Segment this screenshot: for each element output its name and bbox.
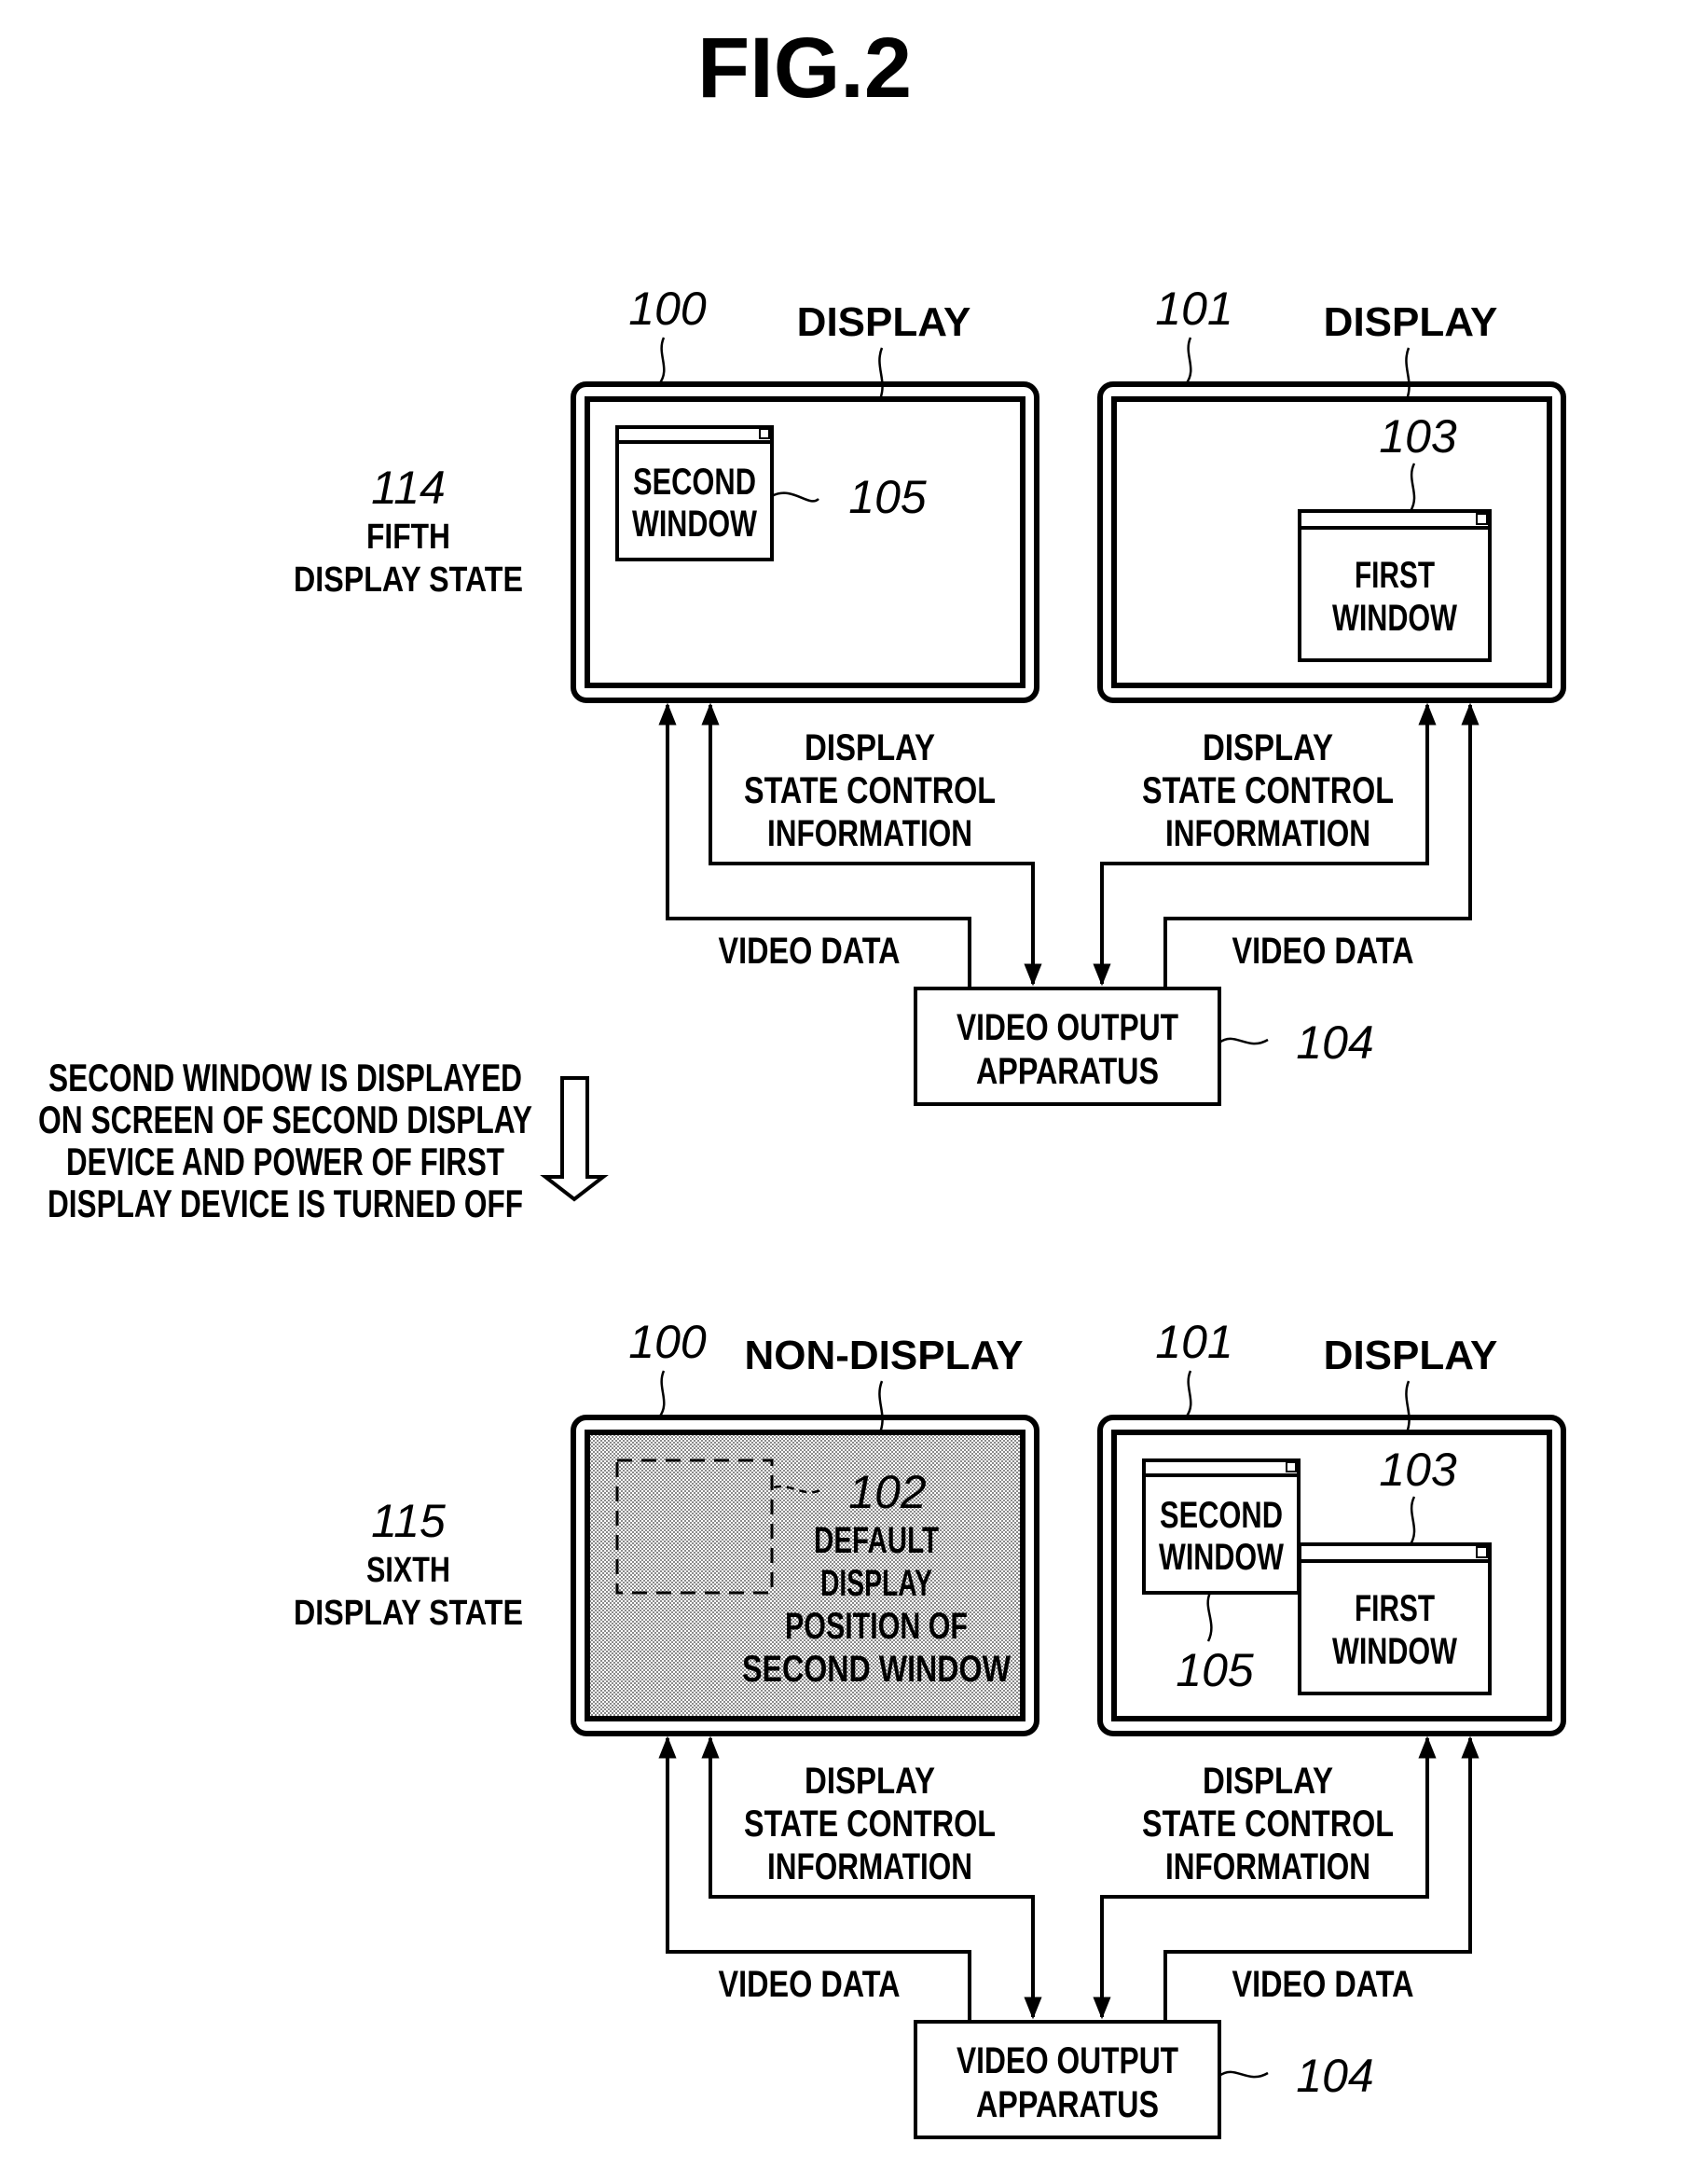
display-device-101: 101 DISPLAY 103 FIRST WINDOW xyxy=(1097,283,1566,703)
figure-canvas: FIG.2 114 FIFTH DISPLAY STATE 100 DISPLA… xyxy=(38,21,1566,2139)
transition-line: SECOND WINDOW IS DISPLAYED xyxy=(48,1056,522,1099)
window-ref-number: 105 xyxy=(848,471,927,523)
window-first: FIRST WINDOW xyxy=(1298,1542,1492,1695)
video-output-apparatus: VIDEO OUTPUT APPARATUS 104 xyxy=(914,987,1374,1106)
down-arrow-icon xyxy=(540,1076,609,1202)
default-position-line: DISPLAY xyxy=(820,1563,932,1604)
transition-line: ON SCREEN OF SECOND DISPLAY xyxy=(38,1098,532,1141)
video-output-apparatus: VIDEO OUTPUT APPARATUS 104 xyxy=(914,2020,1374,2139)
control-label-line: STATE CONTROL xyxy=(744,1804,996,1845)
display-status-label: NON-DISPLAY xyxy=(744,1333,1023,1378)
display-status-label: DISPLAY xyxy=(797,299,971,345)
control-label-line: INFORMATION xyxy=(1165,813,1370,854)
panel-sixth-display-state: 115 SIXTH DISPLAY STATE 100 NON-DISPLAY … xyxy=(294,1316,1566,2139)
window-title-line: WINDOW xyxy=(632,504,757,545)
control-label-line: STATE CONTROL xyxy=(1142,770,1394,811)
window-title-line: WINDOW xyxy=(1332,1631,1457,1672)
window-title-line: WINDOW xyxy=(1332,598,1457,639)
window-first: FIRST WINDOW xyxy=(1298,509,1492,662)
control-label-line: INFORMATION xyxy=(1165,1846,1370,1887)
display-ref-number: 100 xyxy=(628,1316,707,1368)
control-label-line: DISPLAY xyxy=(1203,727,1333,768)
window-second: SECOND WINDOW xyxy=(615,425,774,561)
transition-note: SECOND WINDOW IS DISPLAYED ON SCREEN OF … xyxy=(38,1056,609,1225)
apparatus-ref-number: 104 xyxy=(1296,1016,1373,1069)
window-close-icon xyxy=(1476,513,1488,525)
display-device-101: 101 DISPLAY SECOND WINDOW 105 103 FIRST xyxy=(1097,1316,1566,1736)
default-position-line: DEFAULT xyxy=(814,1520,939,1561)
window-title-line: FIRST xyxy=(1355,1588,1435,1629)
control-label-line: INFORMATION xyxy=(767,1846,972,1887)
control-label-line: STATE CONTROL xyxy=(744,770,996,811)
state-label-line: SIXTH xyxy=(366,1551,450,1590)
apparatus-label-line: APPARATUS xyxy=(976,1051,1159,1092)
display-status-label: DISPLAY xyxy=(1324,1333,1498,1378)
window-second: SECOND WINDOW xyxy=(1142,1458,1301,1595)
video-data-label: VIDEO DATA xyxy=(719,1964,901,2005)
state-label-line: FIFTH xyxy=(366,518,450,557)
window-ref-number: 103 xyxy=(1379,410,1457,463)
default-position-line: SECOND WINDOW xyxy=(742,1649,1011,1690)
apparatus-label-line: VIDEO OUTPUT xyxy=(957,1007,1178,1048)
window-close-icon xyxy=(759,428,770,439)
window-close-icon xyxy=(1286,1461,1297,1472)
video-data-label: VIDEO DATA xyxy=(1232,931,1414,972)
window-title-line: FIRST xyxy=(1355,555,1435,596)
control-label-line: STATE CONTROL xyxy=(1142,1804,1394,1845)
control-label-line: INFORMATION xyxy=(767,813,972,854)
display-ref-number: 100 xyxy=(628,283,707,335)
window-close-icon xyxy=(1476,1546,1488,1558)
control-label-line: DISPLAY xyxy=(1203,1761,1333,1802)
state-label-line: DISPLAY STATE xyxy=(294,560,523,600)
apparatus-label-line: APPARATUS xyxy=(976,2084,1159,2125)
control-label-line: DISPLAY xyxy=(805,1761,935,1802)
state-ref-number: 114 xyxy=(371,462,446,514)
apparatus-ref-number: 104 xyxy=(1296,2050,1373,2102)
video-data-label: VIDEO DATA xyxy=(719,931,901,972)
display-ref-number: 101 xyxy=(1155,1316,1232,1368)
state-ref-number: 115 xyxy=(371,1495,446,1547)
window-ref-number: 103 xyxy=(1379,1444,1457,1496)
state-label-line: DISPLAY STATE xyxy=(294,1594,523,1633)
control-label-line: DISPLAY xyxy=(805,727,935,768)
window-title-line: WINDOW xyxy=(1159,1537,1284,1578)
display-ref-number: 101 xyxy=(1155,283,1232,335)
window-title-line: SECOND xyxy=(633,462,756,503)
figure-title: FIG.2 xyxy=(697,21,912,116)
display-status-label: DISPLAY xyxy=(1324,299,1498,345)
apparatus-label-line: VIDEO OUTPUT xyxy=(957,2040,1178,2081)
default-position-line: POSITION OF xyxy=(785,1606,968,1647)
transition-line: DEVICE AND POWER OF FIRST xyxy=(66,1140,504,1183)
default-position-ref-number: 102 xyxy=(848,1466,927,1518)
display-device-100: 100 NON-DISPLAY 102 DEFAULT DISPLAY POSI… xyxy=(571,1316,1039,1736)
display-device-100: 100 DISPLAY SECOND WINDOW 105 xyxy=(571,283,1039,703)
window-ref-number: 105 xyxy=(1176,1644,1254,1696)
video-data-label: VIDEO DATA xyxy=(1232,1964,1414,2005)
window-title-line: SECOND xyxy=(1160,1495,1283,1536)
panel-fifth-display-state: 114 FIFTH DISPLAY STATE 100 DISPLAY SECO… xyxy=(294,283,1566,1106)
transition-line: DISPLAY DEVICE IS TURNED OFF xyxy=(48,1182,523,1225)
